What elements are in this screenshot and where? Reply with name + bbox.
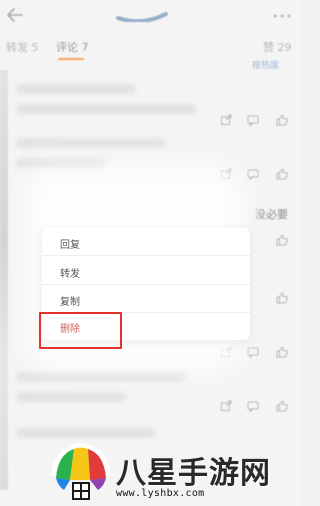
comment-icon[interactable] bbox=[247, 168, 259, 180]
comment-actions bbox=[214, 114, 300, 128]
left-edge-shadow bbox=[0, 70, 8, 490]
like-icon[interactable] bbox=[276, 292, 288, 304]
menu-divider bbox=[42, 255, 250, 256]
like-icon[interactable] bbox=[276, 234, 288, 246]
comment-icon[interactable] bbox=[247, 114, 259, 126]
menu-item-copy[interactable]: 复制 bbox=[60, 293, 80, 308]
comment-icon[interactable] bbox=[247, 400, 259, 412]
comment-snippet: 没必要 bbox=[255, 208, 288, 221]
top-bar bbox=[0, 0, 300, 34]
watermark-title: 八星手游网 bbox=[116, 456, 271, 491]
comment-icon[interactable] bbox=[247, 346, 259, 358]
comment-text-blurred bbox=[16, 392, 126, 402]
back-arrow-icon[interactable] bbox=[4, 4, 26, 26]
sort-by-hot-toggle[interactable]: 按热度 bbox=[252, 58, 279, 71]
comment-text-blurred bbox=[16, 158, 106, 168]
share-icon[interactable] bbox=[220, 400, 232, 412]
like-icon[interactable] bbox=[276, 168, 288, 180]
comment-text-blurred bbox=[16, 428, 156, 438]
author-avatar-fragment bbox=[116, 12, 168, 22]
comment-text-blurred bbox=[16, 84, 136, 94]
share-icon[interactable] bbox=[220, 114, 232, 126]
comment-text-blurred bbox=[16, 104, 196, 114]
menu-item-repost[interactable]: 转发 bbox=[60, 265, 80, 280]
tab-comments[interactable]: 评论 7 bbox=[56, 39, 89, 55]
like-icon[interactable] bbox=[276, 400, 288, 412]
site-logo-icon bbox=[51, 442, 111, 500]
like-icon[interactable] bbox=[276, 114, 288, 126]
tab-repost[interactable]: 转发 5 bbox=[6, 39, 39, 55]
delete-highlight-box bbox=[39, 312, 122, 349]
tab-likes[interactable]: 赞 29 bbox=[263, 39, 292, 55]
like-icon[interactable] bbox=[276, 346, 288, 358]
more-dots-icon[interactable] bbox=[272, 13, 292, 19]
active-tab-indicator bbox=[58, 58, 84, 60]
menu-divider bbox=[42, 284, 250, 285]
comment-text-blurred bbox=[16, 138, 166, 148]
comment-text-blurred bbox=[16, 372, 186, 382]
watermark-url: www.lyshbx.com bbox=[116, 488, 205, 499]
comment-actions bbox=[214, 400, 300, 414]
menu-item-reply[interactable]: 回复 bbox=[60, 236, 80, 251]
